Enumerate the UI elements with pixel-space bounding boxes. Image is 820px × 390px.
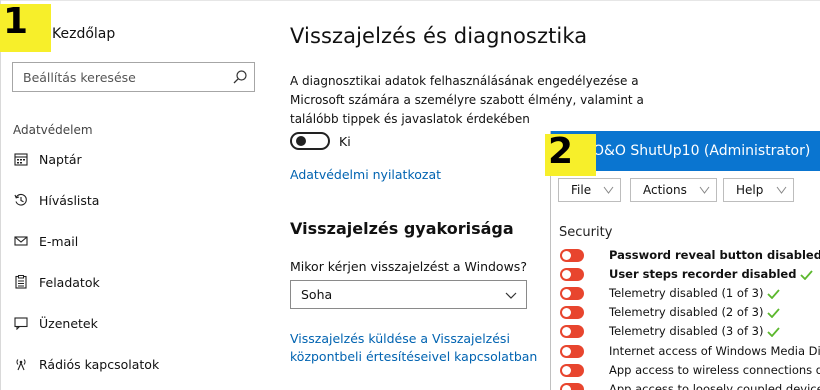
feedback-frequency-label: Mikor kérjen visszajelzést a Windows? [290, 259, 527, 274]
setting-label: Internet access of Windows Media Digital [609, 344, 820, 358]
toggle-state-label: Ki [339, 133, 351, 149]
number-badge-2: 2 [545, 134, 596, 176]
security-section-heading: Security [559, 225, 613, 240]
sidebar-item-label: Híváslista [39, 192, 100, 208]
dropdown-arrow-icon [699, 186, 710, 194]
toggle-knob [562, 327, 571, 336]
sidebar-item-label: E-mail [39, 233, 79, 249]
toggle-knob [562, 251, 571, 260]
sidebar-item-tasks[interactable]: Feladatok [13, 269, 100, 295]
checkmark-icon [767, 288, 781, 299]
window-title: O&O ShutUp10 (Administrator) [593, 143, 811, 159]
nav-section-heading: Adatvédelem [13, 123, 93, 137]
setting-toggle-switch[interactable] [560, 249, 584, 262]
menu-label: Actions [643, 183, 687, 197]
privacy-statement-link[interactable]: Adatvédelmi nyilatkozat [290, 167, 441, 182]
toggle-knob [562, 385, 571, 390]
sidebar-item-calendar[interactable]: Naptár [13, 146, 82, 172]
setting-toggle-switch[interactable] [560, 364, 584, 377]
window-border [0, 0, 820, 1]
settings-search-box[interactable] [12, 62, 255, 92]
setting-label: App access to loosely coupled devices di… [609, 382, 820, 390]
checkmark-icon [800, 269, 814, 280]
call-history-icon [13, 192, 29, 208]
home-link[interactable]: Kezdőlap [52, 26, 115, 42]
setting-label: User steps recorder disabled [609, 267, 814, 281]
message-icon [13, 315, 29, 331]
toggle-knob [562, 347, 571, 356]
window-border [0, 0, 1, 390]
page-title: Visszajelzés és diagnosztika [290, 24, 588, 48]
dropdown-arrow-icon [776, 186, 787, 194]
setting-toggle-switch[interactable] [560, 287, 584, 300]
diagnostics-description: A diagnosztikai adatok felhasználásának … [290, 74, 644, 126]
menu-label: File [571, 183, 592, 197]
toggle-knob [562, 366, 571, 375]
feedback-frequency-heading: Visszajelzés gyakorisága [290, 219, 514, 238]
setting-toggle-switch[interactable] [560, 325, 584, 338]
toggle-knob [562, 308, 571, 317]
toggle-knob [296, 136, 306, 146]
sidebar-item-label: Rádiós kapcsolatok [39, 356, 160, 372]
sidebar-item-call-history[interactable]: Híváslista [13, 187, 99, 213]
sidebar-item-label: Naptár [39, 151, 82, 167]
menu-label: Help [736, 183, 764, 197]
menu-file[interactable]: File [558, 178, 621, 202]
setting-label: Telemetry disabled (1 of 3) [609, 286, 781, 300]
diagnostics-toggle-row[interactable]: Ki [290, 132, 351, 150]
menu-help[interactable]: Help [723, 178, 794, 202]
setting-toggle-switch[interactable] [560, 345, 584, 358]
mail-icon [13, 233, 29, 249]
toggle-knob [562, 270, 571, 279]
menu-actions[interactable]: Actions [630, 178, 717, 202]
checkmark-icon [767, 326, 781, 337]
search-icon[interactable] [232, 69, 248, 85]
checkmark-icon [767, 307, 781, 318]
tasks-icon [13, 274, 29, 290]
diagnostics-toggle-switch[interactable] [290, 132, 330, 150]
number-badge-1: 1 [0, 4, 51, 52]
toggle-knob [562, 289, 571, 298]
sidebar-item-radios[interactable]: Rádiós kapcsolatok [13, 351, 159, 377]
sidebar-item-label: Feladatok [39, 274, 100, 290]
feedback-notifications-link[interactable]: Visszajelzés küldése a Visszajelzési köz… [290, 330, 560, 366]
settings-search-input[interactable] [13, 63, 213, 91]
sidebar-item-email[interactable]: E-mail [13, 228, 78, 254]
dropdown-selected-value: Soha [301, 287, 333, 302]
radio-antenna-icon [13, 356, 29, 372]
dropdown-arrow-icon [603, 186, 614, 194]
setting-label: Telemetry disabled (3 of 3) [609, 324, 781, 338]
calendar-icon [13, 151, 29, 167]
setting-toggle-switch[interactable] [560, 383, 584, 390]
setting-toggle-switch[interactable] [560, 306, 584, 319]
setting-label: App access to wireless connections disab [609, 363, 820, 377]
feedback-frequency-dropdown[interactable]: Soha [290, 280, 527, 309]
setting-toggle-switch[interactable] [560, 268, 584, 281]
sidebar-item-label: Üzenetek [39, 315, 98, 331]
sidebar-item-messages[interactable]: Üzenetek [13, 310, 98, 336]
setting-label: Password reveal button disabled [609, 248, 820, 262]
chevron-down-icon [505, 292, 517, 299]
setting-label: Telemetry disabled (2 of 3) [609, 305, 781, 319]
